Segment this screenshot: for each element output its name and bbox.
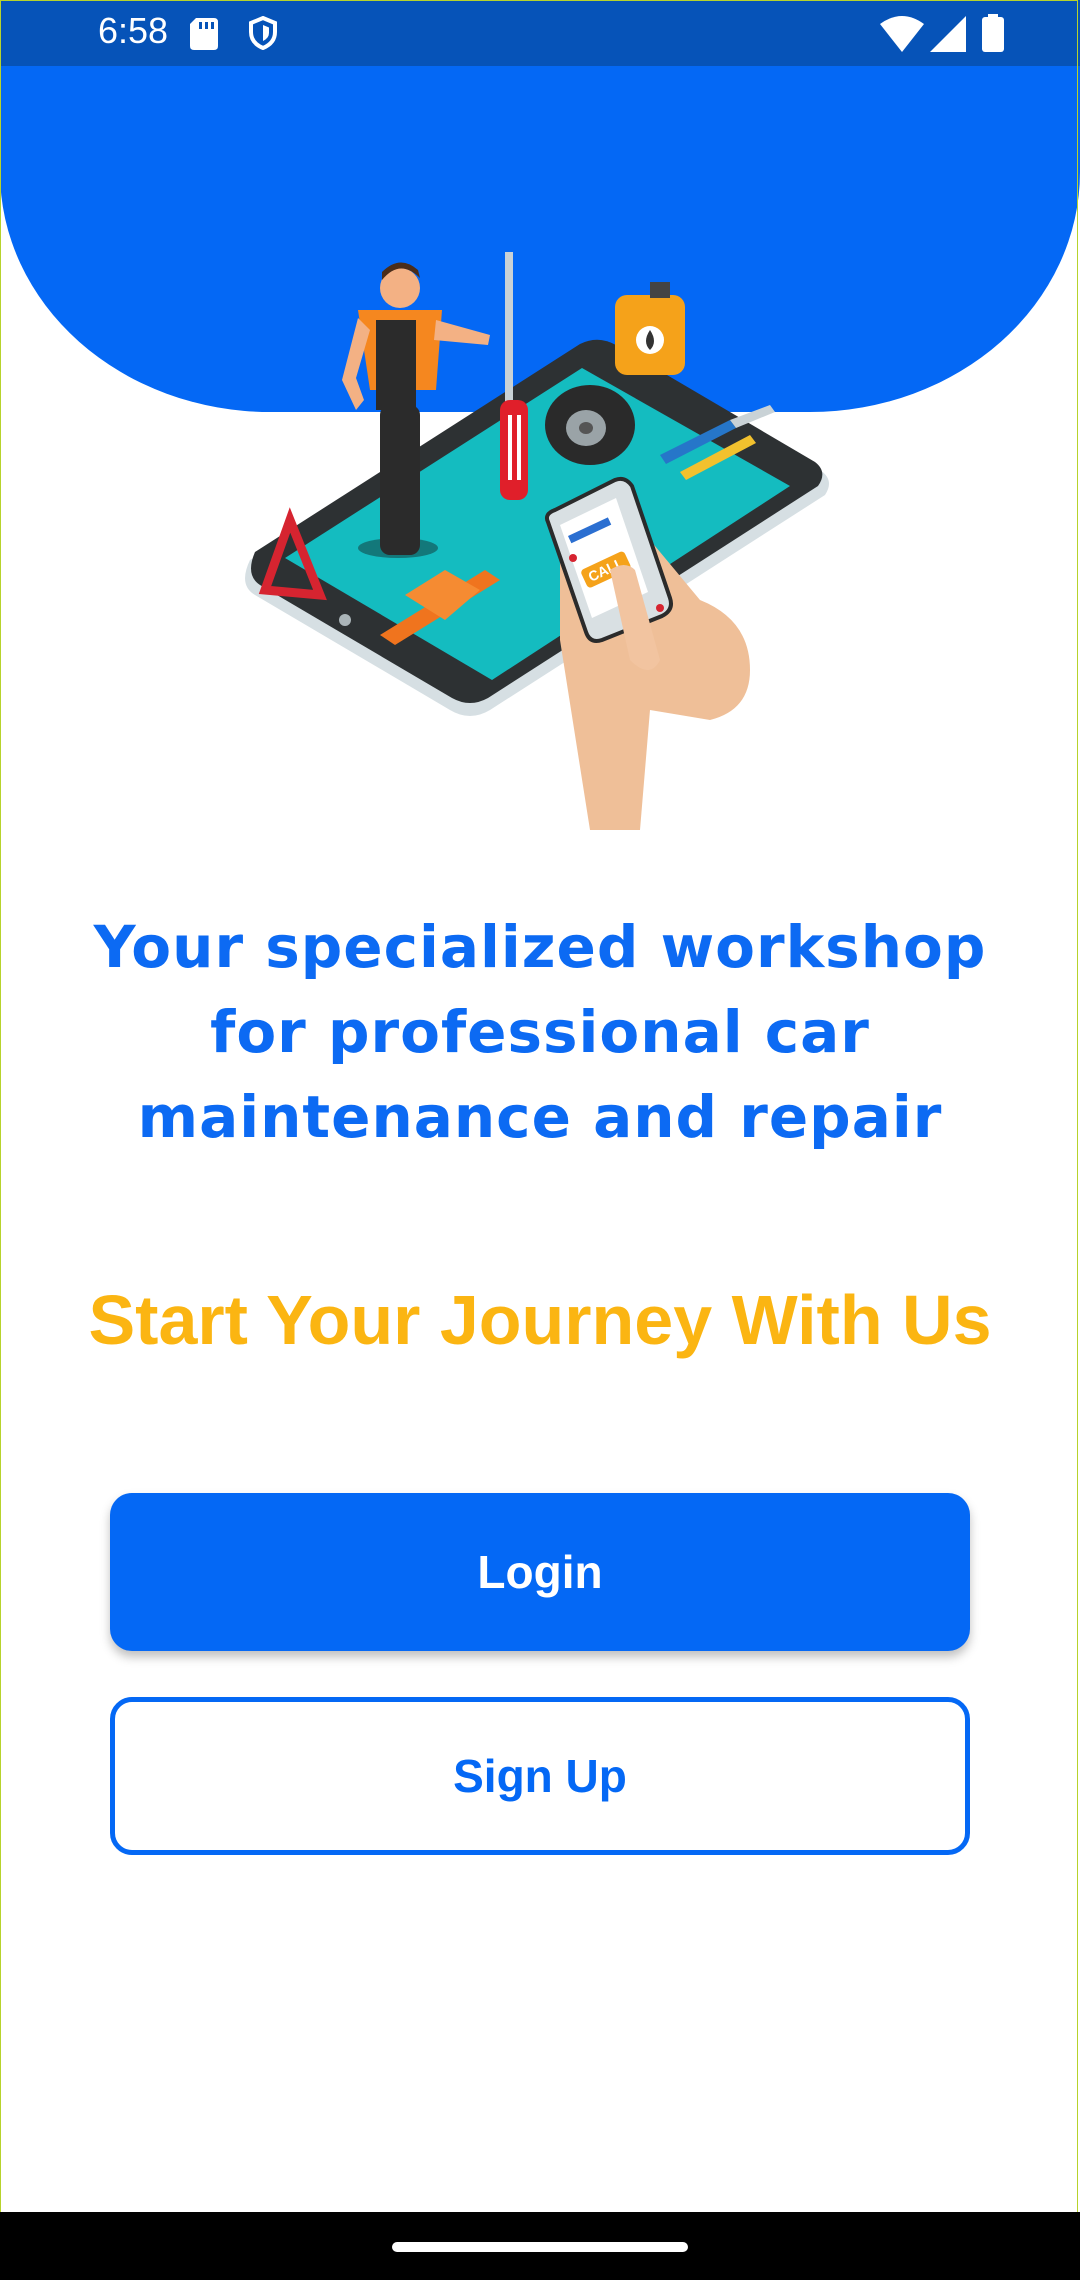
tagline: Your specialized workshop for profession… — [60, 905, 1020, 1160]
sd-card-icon — [190, 18, 218, 50]
status-bar: 6:58 — [0, 0, 1080, 66]
wifi-icon — [880, 16, 924, 52]
tagline-line-1: Your specialized workshop — [93, 913, 987, 981]
login-button-label: Login — [477, 1546, 603, 1598]
mechanic-phone-illustration: CALL — [245, 252, 829, 830]
tire-icon — [545, 385, 635, 465]
status-time: 6:58 — [98, 10, 169, 51]
oil-can-icon — [615, 282, 685, 375]
screwdriver-icon — [500, 252, 528, 500]
tagline-line-2: for professional car — [210, 998, 870, 1066]
login-button[interactable]: Login — [110, 1493, 970, 1651]
cell-signal-icon — [930, 16, 966, 52]
journey-subtitle: Start Your Journey With Us — [88, 1281, 992, 1359]
signup-button[interactable]: Sign Up — [110, 1697, 970, 1855]
signup-button-label: Sign Up — [453, 1750, 627, 1802]
shield-icon — [249, 16, 277, 50]
tagline-line-3: maintenance and repair — [137, 1083, 943, 1151]
battery-icon — [982, 14, 1004, 52]
home-gesture-handle[interactable] — [392, 2242, 688, 2252]
